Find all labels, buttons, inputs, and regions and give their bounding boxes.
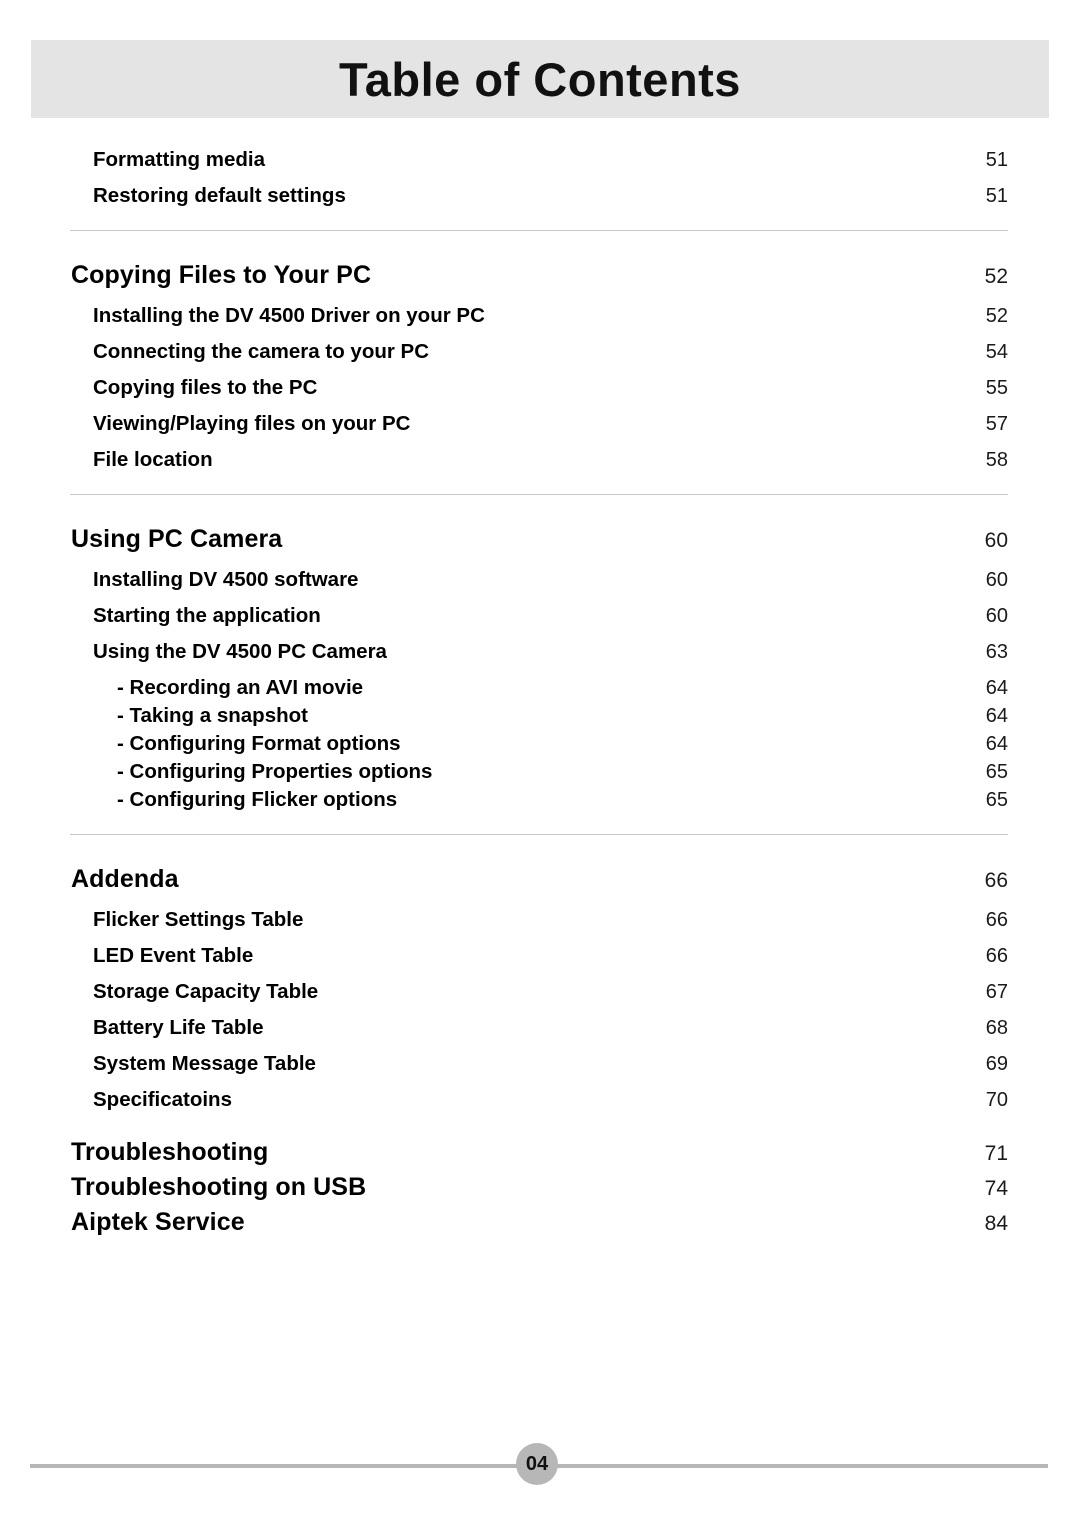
- toc-entry[interactable]: Copying Files to Your PC 52: [0, 261, 1080, 290]
- section-divider: [70, 494, 1008, 495]
- toc-entry-label: - Configuring Flicker options: [117, 788, 398, 811]
- toc-entry-label: Connecting the camera to your PC: [93, 340, 430, 363]
- toc-entry-page-number: 55: [985, 377, 1008, 399]
- toc-entry[interactable]: Addenda 66: [0, 865, 1080, 894]
- toc-entry-page-number: 60: [985, 569, 1008, 591]
- toc-entry-label: - Configuring Properties options: [117, 760, 433, 783]
- toc-entry-label: Specificatoins: [93, 1088, 232, 1111]
- toc-entry[interactable]: Using PC Camera 60: [0, 525, 1080, 554]
- toc-entry-page-number: 74: [984, 1177, 1008, 1200]
- page-footer: 04: [0, 1443, 1080, 1512]
- toc-entry[interactable]: Installing the DV 4500 Driver on your PC…: [0, 304, 1080, 328]
- toc-entry-label: Battery Life Table: [93, 1016, 264, 1039]
- toc-entry[interactable]: Using the DV 4500 PC Camera 63: [0, 640, 1080, 664]
- toc-entry-page-number: 57: [985, 413, 1008, 435]
- toc-entry-label: Installing DV 4500 software: [93, 568, 359, 591]
- toc-entry-label: Aiptek Service: [71, 1208, 245, 1236]
- toc-entry-page-number: 69: [985, 1053, 1008, 1075]
- toc-entry-label: Starting the application: [93, 604, 321, 627]
- toc-entry[interactable]: - Recording an AVI movie 64: [0, 676, 1080, 700]
- toc-entry-label: Addenda: [71, 865, 179, 893]
- toc-entry-page-number: 70: [985, 1089, 1008, 1111]
- toc-entry-label: Troubleshooting on USB: [71, 1173, 367, 1201]
- toc-entry[interactable]: Troubleshooting on USB 74: [0, 1173, 1080, 1202]
- toc-entry-page-number: 65: [985, 789, 1008, 811]
- toc-entry[interactable]: Starting the application 60: [0, 604, 1080, 628]
- toc-entry-page-number: 67: [985, 981, 1008, 1003]
- toc-entry[interactable]: Specificatoins 70: [0, 1088, 1080, 1112]
- toc-entry-label: Using the DV 4500 PC Camera: [93, 640, 387, 663]
- toc-entry[interactable]: System Message Table 69: [0, 1052, 1080, 1076]
- toc-entry[interactable]: - Configuring Properties options 65: [0, 760, 1080, 784]
- toc-entry[interactable]: - Configuring Flicker options 65: [0, 788, 1080, 812]
- toc-entry-page-number: 66: [985, 945, 1008, 967]
- toc-entry-page-number: 84: [984, 1212, 1008, 1235]
- toc-entry-label: - Recording an AVI movie: [117, 676, 364, 699]
- toc-entry-label: Copying Files to Your PC: [71, 261, 372, 289]
- table-of-contents: Formatting media 51 Restoring default sett…: [0, 148, 1080, 1243]
- toc-entry[interactable]: Troubleshooting 71: [0, 1138, 1080, 1167]
- toc-entry-label: - Taking a snapshot: [117, 704, 308, 727]
- toc-entry-label: Restoring default settings: [93, 184, 346, 207]
- toc-entry-page-number: 60: [984, 529, 1008, 552]
- toc-entry-label: - Configuring Format options: [117, 732, 401, 755]
- toc-entry-page-number: 64: [985, 705, 1008, 727]
- toc-entry-label: Copying files to the PC: [93, 376, 318, 399]
- toc-entry-label: System Message Table: [93, 1052, 316, 1075]
- toc-entry-label: File location: [93, 448, 213, 471]
- toc-entry-label: Formatting media: [93, 148, 265, 171]
- toc-entry-label: Storage Capacity Table: [93, 980, 319, 1003]
- toc-entry[interactable]: LED Event Table 66: [0, 944, 1080, 968]
- toc-entry-label: Troubleshooting: [71, 1138, 269, 1166]
- toc-entry[interactable]: - Configuring Format options 64: [0, 732, 1080, 756]
- toc-entry[interactable]: Copying files to the PC 55: [0, 376, 1080, 400]
- toc-entry[interactable]: File location 58: [0, 448, 1080, 472]
- toc-entry[interactable]: - Taking a snapshot 64: [0, 704, 1080, 728]
- toc-entry[interactable]: Battery Life Table 68: [0, 1016, 1080, 1040]
- toc-entry-page-number: 68: [985, 1017, 1008, 1039]
- toc-entry-page-number: 66: [984, 869, 1008, 892]
- page-number-badge: 04: [516, 1443, 558, 1485]
- page-number-label: 04: [525, 1453, 549, 1475]
- toc-entry-label: Installing the DV 4500 Driver on your PC: [93, 304, 485, 327]
- toc-entry-page-number: 64: [985, 677, 1008, 699]
- toc-entry-page-number: 52: [985, 305, 1008, 327]
- toc-entry-page-number: 58: [985, 449, 1008, 471]
- toc-entry-page-number: 51: [985, 185, 1008, 207]
- toc-entry-page-number: 52: [984, 265, 1008, 288]
- toc-entry[interactable]: Connecting the camera to your PC 54: [0, 340, 1080, 364]
- toc-entry[interactable]: Installing DV 4500 software 60: [0, 568, 1080, 592]
- toc-entry-label: Using PC Camera: [71, 525, 283, 553]
- page-header-band: Table of Contents: [31, 40, 1049, 118]
- toc-entry[interactable]: Restoring default settings 51: [0, 184, 1080, 208]
- toc-entry[interactable]: Flicker Settings Table 66: [0, 908, 1080, 932]
- toc-entry-page-number: 65: [985, 761, 1008, 783]
- toc-entry[interactable]: Formatting media 51: [0, 148, 1080, 172]
- toc-entry-page-number: 66: [985, 909, 1008, 931]
- toc-entry-label: Viewing/Playing files on your PC: [93, 412, 411, 435]
- toc-entry-page-number: 71: [984, 1142, 1008, 1165]
- page-title: Table of Contents: [339, 52, 741, 106]
- toc-entry-page-number: 54: [985, 341, 1008, 363]
- section-divider: [70, 230, 1008, 231]
- toc-entry[interactable]: Aiptek Service 84: [0, 1208, 1080, 1237]
- toc-entry-page-number: 51: [985, 149, 1008, 171]
- toc-entry[interactable]: Storage Capacity Table 67: [0, 980, 1080, 1004]
- toc-entry-label: Flicker Settings Table: [93, 908, 304, 931]
- toc-entry-page-number: 64: [985, 733, 1008, 755]
- section-divider: [70, 834, 1008, 835]
- toc-entry-page-number: 60: [985, 605, 1008, 627]
- toc-entry-label: LED Event Table: [93, 944, 254, 967]
- toc-entry[interactable]: Viewing/Playing files on your PC 57: [0, 412, 1080, 436]
- toc-entry-page-number: 63: [985, 641, 1008, 663]
